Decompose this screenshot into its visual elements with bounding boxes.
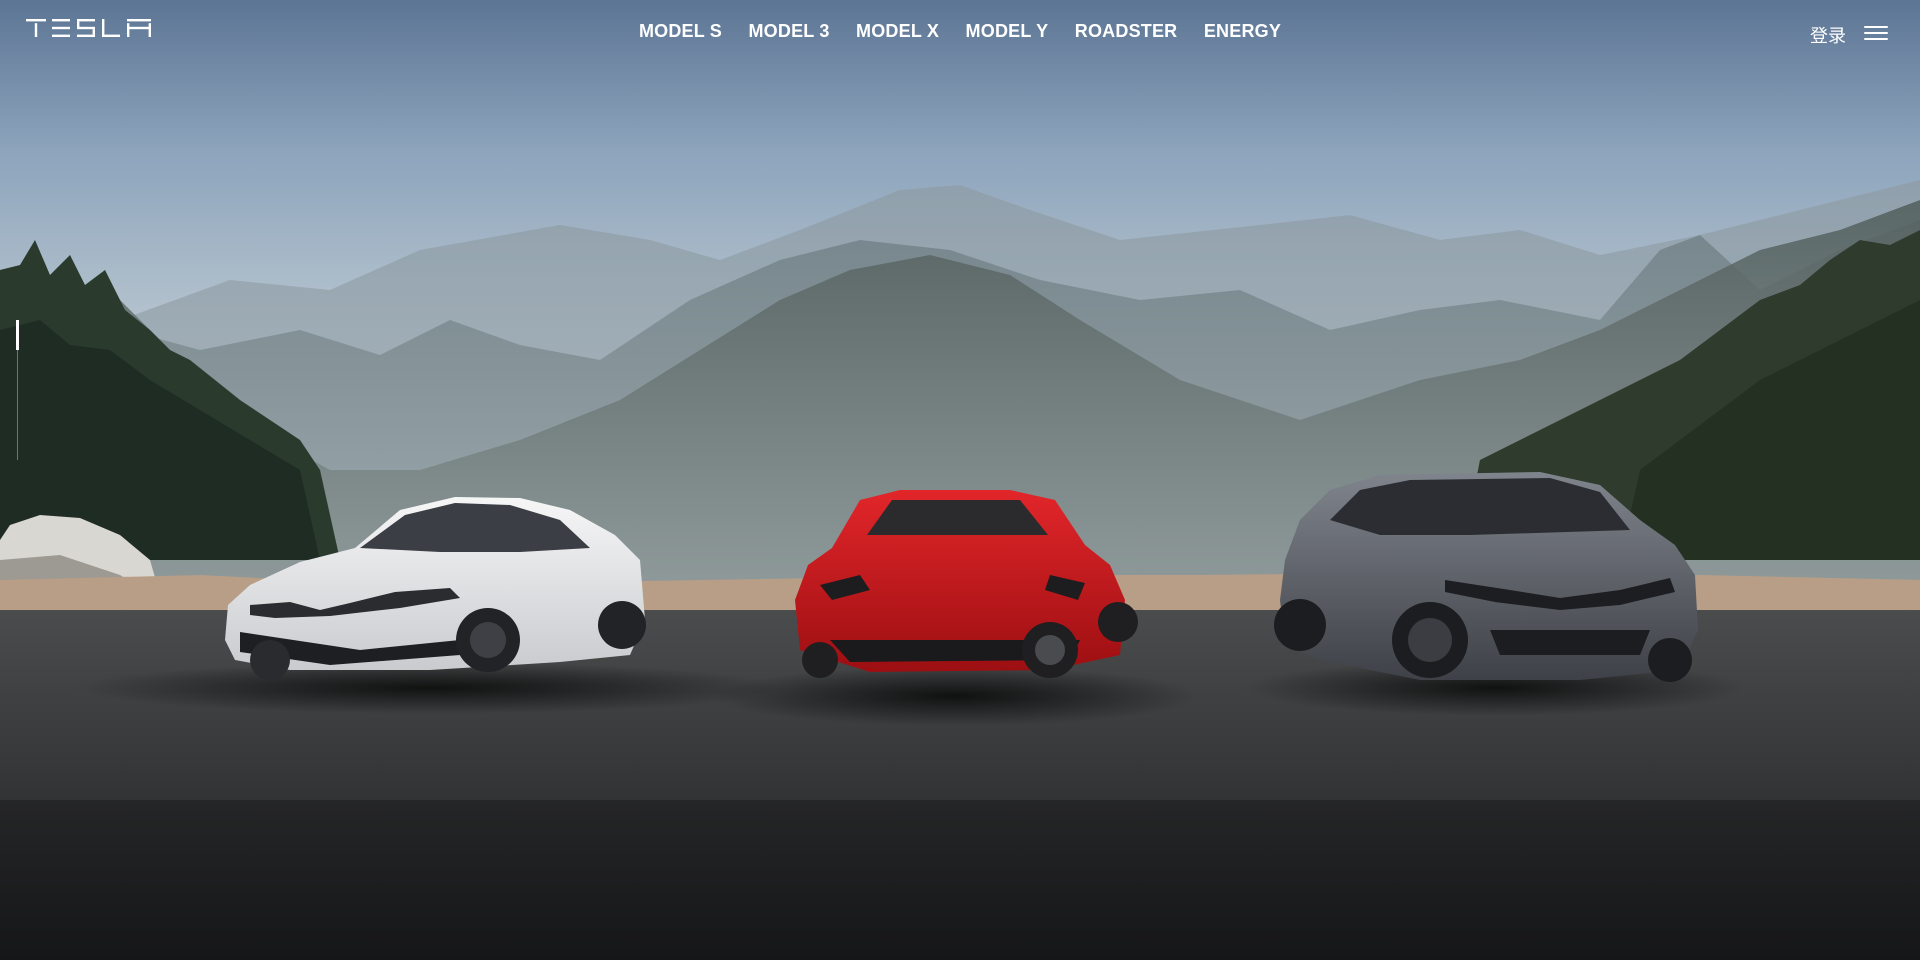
site-header: MODEL S MODEL 3 MODEL X MODEL Y ROADSTER… [0,0,1920,64]
nav-item-model-s[interactable]: MODEL S [639,21,722,42]
nav-item-roadster[interactable]: ROADSTER [1075,21,1178,42]
nav-item-energy[interactable]: ENERGY [1204,21,1281,42]
login-link[interactable]: 登录 [1810,22,1846,48]
slide-indicator-active [16,320,19,350]
tesla-wordmark-icon [26,19,151,37]
hero-background [0,0,1920,960]
nav-item-model-y[interactable]: MODEL Y [966,21,1049,42]
nav-item-model-x[interactable]: MODEL X [856,21,939,42]
menu-line [1864,38,1888,40]
nav-item-model-3[interactable]: MODEL 3 [748,21,829,42]
hamburger-menu-icon[interactable] [1864,24,1890,42]
menu-line [1864,32,1888,34]
main-nav: MODEL S MODEL 3 MODEL X MODEL Y ROADSTER… [0,21,1920,42]
main-nav-list: MODEL S MODEL 3 MODEL X MODEL Y ROADSTER… [628,21,1292,42]
slide-indicator[interactable] [16,320,19,460]
tesla-logo[interactable] [26,19,152,37]
menu-line [1864,26,1888,28]
